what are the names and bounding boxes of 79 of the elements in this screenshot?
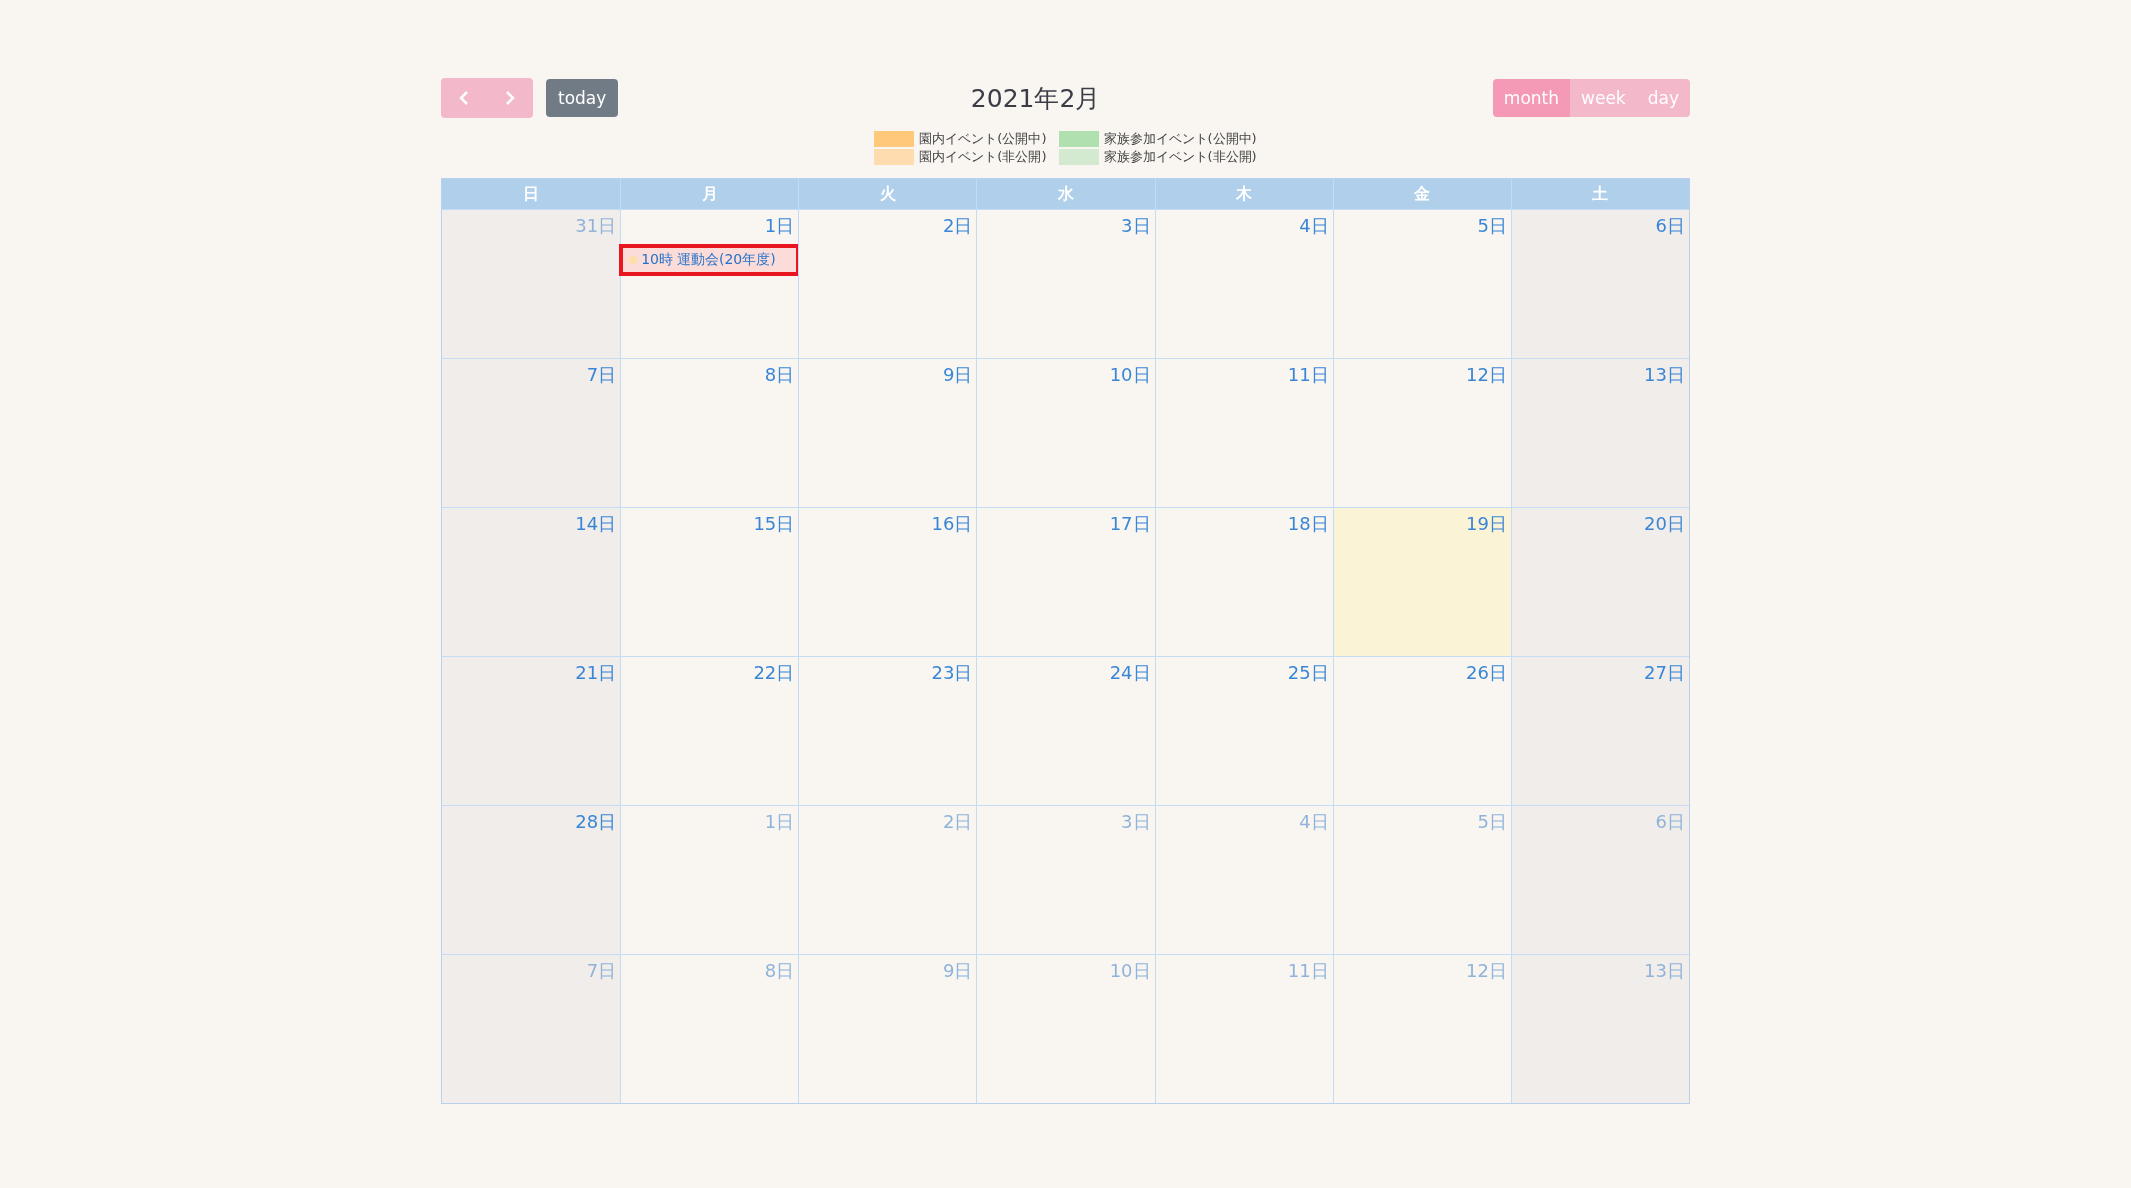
day-number: 20日 bbox=[1644, 512, 1685, 536]
today-button[interactable]: today bbox=[546, 79, 619, 117]
view-button[interactable]: week bbox=[1570, 79, 1637, 117]
day-number: 3日 bbox=[1121, 810, 1151, 834]
day-number: 15日 bbox=[753, 512, 795, 536]
chevron-left-icon bbox=[458, 90, 470, 106]
day-number: 28日 bbox=[575, 810, 617, 834]
day-cell[interactable]: 21日 bbox=[442, 657, 621, 805]
day-number: 27日 bbox=[1644, 661, 1685, 685]
weekday-header: 月 bbox=[620, 179, 799, 209]
day-cell[interactable]: 6日 bbox=[1510, 210, 1689, 358]
day-cell[interactable]: 20日 bbox=[1510, 508, 1689, 656]
day-number: 8日 bbox=[764, 959, 795, 983]
day-number: 23日 bbox=[931, 661, 973, 685]
day-cell[interactable]: 28日 bbox=[442, 806, 621, 954]
next-button[interactable] bbox=[487, 78, 533, 118]
legend-label: 家族参加イベント(公開中) bbox=[1103, 130, 1257, 148]
day-cell[interactable]: 1日 10時 運動会(20年度) bbox=[620, 210, 799, 358]
day-cell[interactable]: 6日 bbox=[1510, 806, 1689, 954]
weekday-header: 土 bbox=[1510, 179, 1689, 209]
legend-label: 園内イベント(非公開) bbox=[919, 148, 1047, 166]
view-button[interactable]: day bbox=[1636, 79, 1690, 117]
day-number: 11日 bbox=[1287, 959, 1329, 983]
day-number: 10日 bbox=[1109, 959, 1151, 983]
day-number: 19日 bbox=[1465, 512, 1507, 536]
day-number: 4日 bbox=[1299, 810, 1329, 834]
day-cell[interactable]: 7日 bbox=[442, 359, 621, 507]
day-number: 1日 bbox=[764, 810, 795, 834]
day-number: 5日 bbox=[1477, 810, 1507, 834]
day-cell[interactable]: 27日 bbox=[1510, 657, 1689, 805]
day-number: 12日 bbox=[1465, 959, 1507, 983]
previous-button[interactable] bbox=[441, 78, 487, 118]
day-cell[interactable]: 13日 bbox=[1510, 359, 1689, 507]
day-number: 18日 bbox=[1287, 512, 1329, 536]
day-number: 9日 bbox=[942, 363, 973, 387]
day-number: 8日 bbox=[764, 363, 795, 387]
day-cell[interactable]: 14日 bbox=[442, 508, 621, 656]
day-number: 7日 bbox=[586, 363, 617, 387]
legend-label: 家族参加イベント(非公開) bbox=[1103, 148, 1257, 166]
day-number: 11日 bbox=[1287, 363, 1329, 387]
day-number: 22日 bbox=[753, 661, 795, 685]
day-number: 31日 bbox=[575, 214, 617, 238]
weekday-header: 木 bbox=[1154, 179, 1333, 209]
day-number: 6日 bbox=[1655, 214, 1685, 238]
day-number: 9日 bbox=[942, 959, 973, 983]
day-number: 7日 bbox=[586, 959, 617, 983]
weekday-header: 金 bbox=[1332, 179, 1511, 209]
day-number: 21日 bbox=[575, 661, 617, 685]
event-time: 10時 bbox=[641, 251, 673, 269]
view-button[interactable]: month bbox=[1492, 79, 1571, 117]
day-number: 25日 bbox=[1287, 661, 1329, 685]
weekday-header: 水 bbox=[976, 179, 1155, 209]
calendar-event[interactable]: 10時 運動会(20年度) bbox=[619, 244, 801, 276]
day-number: 4日 bbox=[1299, 214, 1329, 238]
day-number: 13日 bbox=[1644, 363, 1685, 387]
day-number: 13日 bbox=[1644, 959, 1685, 983]
day-cell[interactable]: 7日 bbox=[442, 955, 621, 1103]
day-number: 3日 bbox=[1121, 214, 1151, 238]
weekday-header: 日 bbox=[522, 183, 541, 205]
calendar-title: 2021年2月 bbox=[970, 82, 1101, 115]
day-number: 14日 bbox=[575, 512, 617, 536]
day-number: 10日 bbox=[1109, 363, 1151, 387]
day-number: 16日 bbox=[931, 512, 973, 536]
day-cell[interactable]: 13日 bbox=[1510, 955, 1689, 1103]
chevron-right-icon bbox=[504, 90, 516, 106]
day-number: 5日 bbox=[1477, 214, 1507, 238]
day-number: 6日 bbox=[1655, 810, 1685, 834]
legend-label: 園内イベント(公開中) bbox=[919, 130, 1047, 148]
day-number: 12日 bbox=[1465, 363, 1507, 387]
event-title: 運動会(20年度) bbox=[676, 251, 776, 269]
day-cell[interactable]: 19日 bbox=[1332, 508, 1511, 656]
day-number: 2日 bbox=[942, 810, 973, 834]
day-number: 17日 bbox=[1109, 512, 1151, 536]
day-number: 26日 bbox=[1465, 661, 1507, 685]
day-number: 1日 bbox=[764, 214, 795, 238]
day-cell[interactable]: 31日 bbox=[442, 210, 621, 358]
day-number: 24日 bbox=[1109, 661, 1151, 685]
weekday-header: 火 bbox=[798, 179, 977, 209]
day-number: 2日 bbox=[942, 214, 973, 238]
